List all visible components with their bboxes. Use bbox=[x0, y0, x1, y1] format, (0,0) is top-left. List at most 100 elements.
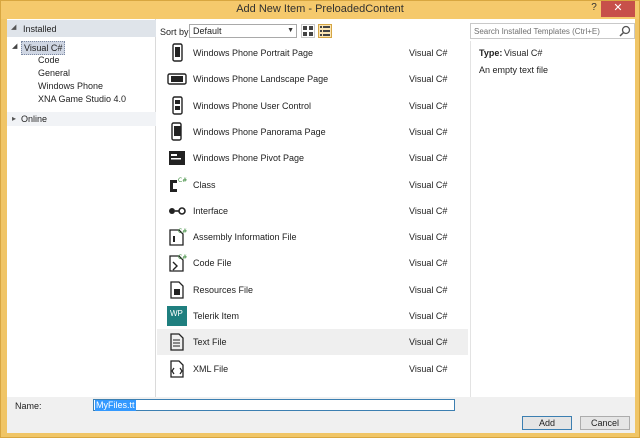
template-item[interactable]: Windows Phone User Control Visual C# bbox=[157, 93, 468, 119]
title-bar: Add New Item - PreloadedContent ? ✕ bbox=[1, 1, 639, 19]
file-name-value: MyFiles.tt bbox=[95, 400, 136, 411]
help-button[interactable]: ? bbox=[587, 1, 601, 15]
add-new-item-dialog: Add New Item - PreloadedContent ? ✕ ◢ In… bbox=[0, 0, 640, 438]
template-list: Windows Phone Portrait Page Visual C# Wind… bbox=[157, 39, 468, 395]
xml-file-icon bbox=[167, 359, 187, 379]
template-name: Code File bbox=[193, 258, 232, 269]
phone-landscape-icon bbox=[167, 69, 187, 89]
tree-item-label: XNA Game Studio 4.0 bbox=[38, 94, 127, 104]
assembly-info-icon: C# bbox=[167, 227, 187, 247]
template-item[interactable]: C# Class Visual C# bbox=[157, 172, 468, 198]
template-item[interactable]: Windows Phone Panorama Page Visual C# bbox=[157, 119, 468, 145]
template-name: Windows Phone User Control bbox=[193, 100, 312, 111]
template-language: Visual C# bbox=[409, 258, 448, 269]
svg-text:C#: C# bbox=[178, 254, 187, 261]
telerik-wp-icon: WP bbox=[167, 306, 187, 326]
tree-item-label: Windows Phone bbox=[38, 81, 104, 91]
phone-panorama-icon bbox=[167, 122, 187, 142]
template-language: Visual C# bbox=[409, 232, 448, 243]
template-name: Windows Phone Landscape Page bbox=[193, 74, 329, 85]
chevron-down-icon: ▼ bbox=[287, 27, 294, 34]
tree-item-visual-csharp[interactable]: ◢ Visual C# bbox=[7, 41, 156, 55]
template-name: Assembly Information File bbox=[193, 232, 297, 243]
bottom-bar: Name: MyFiles.tt Add Cancel bbox=[7, 397, 635, 433]
template-item[interactable]: C# Assembly Information File Visual C# bbox=[157, 224, 468, 250]
template-language: Visual C# bbox=[409, 126, 448, 137]
tree-item-label: Visual C# bbox=[21, 41, 66, 55]
list-view-button[interactable] bbox=[318, 24, 332, 38]
template-language: Visual C# bbox=[409, 100, 448, 111]
code-file-icon: C# bbox=[167, 253, 187, 273]
template-item[interactable]: C# Code File Visual C# bbox=[157, 250, 468, 276]
template-name: Telerik Item bbox=[193, 311, 240, 321]
template-name: Text File bbox=[193, 337, 227, 348]
collapse-arrow-icon: ◢ bbox=[11, 24, 17, 31]
text-file-icon bbox=[167, 332, 187, 352]
tree-item-code[interactable]: Code bbox=[7, 55, 156, 67]
template-item[interactable]: Windows Phone Landscape Page Visual C# bbox=[157, 66, 468, 92]
sort-by-dropdown[interactable]: Default ▼ bbox=[189, 24, 297, 38]
svg-text:C#: C# bbox=[178, 177, 187, 184]
phone-pivot-icon bbox=[167, 148, 187, 168]
template-name: XML File bbox=[193, 363, 229, 374]
close-button[interactable]: ✕ bbox=[601, 1, 635, 17]
template-name: Interface bbox=[193, 205, 229, 216]
installed-header[interactable]: ◢ Installed bbox=[7, 20, 156, 37]
tree-item-windows-phone[interactable]: Windows Phone bbox=[7, 81, 156, 93]
file-name-input[interactable]: MyFiles.tt bbox=[93, 399, 455, 411]
template-item[interactable]: WP Telerik Item Visual C# bbox=[157, 303, 468, 329]
template-name: Windows Phone Pivot Page bbox=[193, 153, 305, 164]
search-placeholder: Search Installed Templates (Ctrl+E) bbox=[474, 27, 600, 36]
template-description: An empty text file bbox=[479, 65, 549, 75]
template-language: Visual C# bbox=[409, 311, 448, 321]
template-item[interactable]: Text File Visual C# bbox=[157, 329, 468, 356]
search-templates-input[interactable]: Search Installed Templates (Ctrl+E) bbox=[470, 23, 635, 39]
template-item[interactable]: Windows Phone Pivot Page Visual C# bbox=[157, 145, 468, 171]
template-name: Windows Phone Portrait Page bbox=[193, 48, 314, 58]
installed-label: Installed bbox=[23, 24, 57, 34]
template-item[interactable]: Interface Visual C# bbox=[157, 198, 468, 224]
tree-visual-csharp: ◢ Visual C# Code General Windows Phone X… bbox=[7, 41, 156, 111]
template-name: Class bbox=[193, 179, 216, 190]
phone-portrait-icon bbox=[167, 43, 187, 63]
template-details: Type: Visual C# An empty text file bbox=[470, 41, 635, 397]
online-label: Online bbox=[21, 114, 48, 124]
template-item[interactable]: Resources File Visual C# bbox=[157, 277, 468, 303]
sort-by-label: Sort by: bbox=[160, 27, 192, 37]
template-item[interactable]: XML File Visual C# bbox=[157, 356, 468, 382]
dialog-client: ◢ Installed ◢ Visual C# Code General Win… bbox=[7, 19, 635, 433]
cancel-button[interactable]: Cancel bbox=[580, 416, 630, 430]
expand-arrow-icon: ◢ bbox=[12, 43, 18, 50]
interface-icon bbox=[167, 201, 187, 221]
template-language: Visual C# bbox=[409, 153, 448, 164]
list-view-icon bbox=[320, 26, 330, 36]
svg-text:C#: C# bbox=[178, 228, 187, 235]
sort-by-value: Default bbox=[193, 26, 222, 36]
type-label: Type: bbox=[479, 48, 503, 58]
template-language: Visual C# bbox=[409, 179, 448, 190]
grid-view-icon bbox=[303, 26, 313, 36]
name-label: Name: bbox=[15, 401, 42, 411]
template-name: Windows Phone Panorama Page bbox=[193, 126, 326, 137]
small-icons-view-button[interactable] bbox=[301, 24, 315, 38]
template-language: Visual C# bbox=[409, 74, 448, 85]
type-value: Visual C# bbox=[504, 48, 543, 58]
tree-item-label: General bbox=[38, 68, 71, 78]
tree-item-xna-game-studio[interactable]: XNA Game Studio 4.0 bbox=[7, 94, 156, 106]
template-tree: ◢ Installed ◢ Visual C# Code General Win… bbox=[7, 19, 156, 397]
template-language: Visual C# bbox=[409, 284, 448, 295]
tree-item-general[interactable]: General bbox=[7, 68, 156, 80]
window-title: Add New Item - PreloadedContent bbox=[236, 3, 404, 15]
online-header[interactable]: ▸ Online bbox=[7, 112, 156, 126]
template-language: Visual C# bbox=[409, 205, 448, 216]
search-icon bbox=[619, 25, 631, 37]
tree-item-label: Code bbox=[38, 55, 60, 65]
template-item[interactable]: Windows Phone Portrait Page Visual C# bbox=[157, 40, 468, 66]
badge-label: WP bbox=[170, 309, 183, 318]
template-name: Resources File bbox=[193, 284, 254, 295]
template-language: Visual C# bbox=[409, 363, 448, 374]
template-language: Visual C# bbox=[409, 337, 448, 348]
template-language: Visual C# bbox=[409, 48, 448, 58]
class-icon: C# bbox=[167, 175, 187, 195]
add-button[interactable]: Add bbox=[522, 416, 572, 430]
